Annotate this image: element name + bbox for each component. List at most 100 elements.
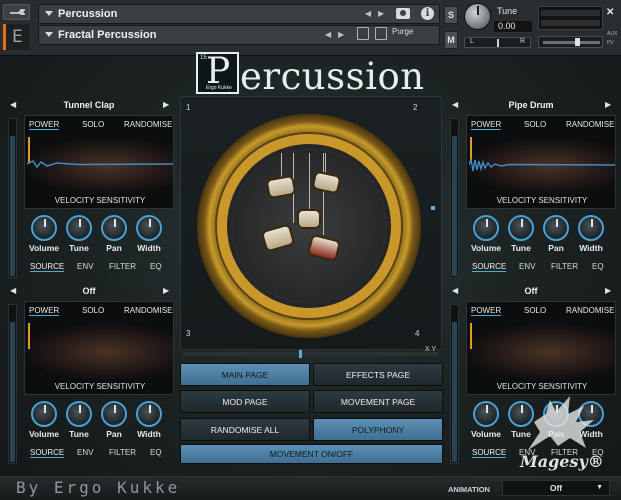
tune-knob[interactable]: Tune [504,215,538,253]
purge-label[interactable]: Purge [392,27,413,36]
next-arrow-icon[interactable]: ▶ [378,9,384,18]
next-arrow-icon[interactable]: ▶ [163,286,169,295]
pan-handle[interactable] [497,39,499,47]
camera-icon[interactable] [396,8,410,19]
slot-header[interactable]: ◀ Off ▶ [5,284,173,300]
slot-sample-name[interactable]: Off [467,286,595,296]
source-tab[interactable]: SOURCE [30,448,65,458]
pan-knob[interactable]: Pan [539,215,573,253]
pan-knob[interactable]: Pan [97,401,131,439]
randomise-tab[interactable]: RANDOMISE [124,306,172,315]
next-arrow-icon[interactable]: ▶ [338,30,344,39]
prev-arrow-icon[interactable]: ◀ [452,286,458,295]
list-icon[interactable] [375,27,387,40]
slot-sample-name[interactable]: Pipe Drum [467,100,595,110]
movement-page-button[interactable]: MOVEMENT PAGE [313,390,443,413]
solo-tab[interactable]: SOLO [82,306,104,315]
randomise-tab[interactable]: RANDOMISE [566,120,614,129]
solo-tab[interactable]: SOLO [82,120,104,129]
tune-knob[interactable]: Tune [62,215,96,253]
tune-value[interactable]: 0.00 [493,20,533,33]
width-knob[interactable]: Width [132,215,166,253]
slot-sample-name[interactable]: Off [25,286,153,296]
level-slider[interactable] [8,118,17,278]
movement-xy-pad[interactable]: 1 2 3 4 [180,96,442,350]
eq-tab[interactable]: EQ [150,262,162,271]
info-icon[interactable]: i [421,7,434,20]
prev-arrow-icon[interactable]: ◀ [452,100,458,109]
prev-arrow-icon[interactable]: ◀ [325,30,331,39]
width-knob[interactable]: Width [132,401,166,439]
power-tab[interactable]: POWER [29,120,60,130]
solo-tab[interactable]: SOLO [524,120,546,129]
source-tab[interactable]: SOURCE [30,262,65,272]
pan-slider[interactable]: L R [464,37,531,48]
y-slider-handle[interactable] [431,206,435,210]
source-tab[interactable]: SOURCE [472,448,507,458]
slot-sample-name[interactable]: Tunnel Clap [25,100,153,110]
pv-label[interactable]: PV [607,40,614,46]
aux-label[interactable]: AUX [607,31,617,37]
volume-knob[interactable]: Volume [27,401,61,439]
polyphony-button[interactable]: POLYPHONY [313,418,443,441]
power-tab[interactable]: POWER [471,306,502,316]
filter-tab[interactable]: FILTER [109,262,136,271]
instrument-name-row[interactable]: Percussion ◀ ▶ i [38,4,440,24]
randomise-all-button[interactable]: RANDOMISE ALL [180,418,310,441]
randomise-tab[interactable]: RANDOMISE [124,120,172,129]
volume-knob[interactable]: Volume [469,401,503,439]
source-tab[interactable]: SOURCE [472,262,507,272]
close-icon[interactable]: ✕ [606,7,614,18]
next-arrow-icon[interactable]: ▶ [163,100,169,109]
volume-knob[interactable]: Volume [469,215,503,253]
level-slider[interactable] [450,118,459,278]
eq-tab[interactable]: EQ [150,448,162,457]
effects-page-button[interactable]: EFFECTS PAGE [313,363,443,386]
pan-knob[interactable]: Pan [97,215,131,253]
volume-slider[interactable] [538,36,603,48]
slot-header[interactable]: ◀ Off ▶ [447,284,615,300]
mute-button[interactable]: M [444,31,458,49]
level-slider[interactable] [450,304,459,464]
animation-select[interactable]: Off ▼ [502,480,610,496]
width-knob[interactable]: Width [574,215,608,253]
main-page-button[interactable]: MAIN PAGE [180,363,310,386]
eq-tab[interactable]: EQ [592,262,604,271]
slot-header[interactable]: ◀ Pipe Drum ▶ [447,98,615,114]
velocity-sensitivity[interactable]: VELOCITY SENSITIVITY [25,196,173,205]
multi-name-row[interactable]: Fractal Percussion ◀ ▶ [38,25,440,45]
filter-tab[interactable]: FILTER [109,448,136,457]
next-arrow-icon[interactable]: ▶ [605,286,611,295]
velocity-sensitivity[interactable]: VELOCITY SENSITIVITY [25,382,173,391]
power-tab[interactable]: POWER [29,306,60,316]
chevron-down-icon[interactable] [45,32,53,37]
prev-arrow-icon[interactable]: ◀ [10,286,16,295]
save-icon[interactable] [357,27,369,40]
velocity-sensitivity[interactable]: VELOCITY SENSITIVITY [467,196,615,205]
chevron-down-icon[interactable] [45,11,53,16]
env-tab[interactable]: ENV [77,262,93,271]
velocity-sensitivity[interactable]: VELOCITY SENSITIVITY [467,382,615,391]
prev-arrow-icon[interactable]: ◀ [365,9,371,18]
randomise-tab[interactable]: RANDOMISE [566,306,614,315]
next-arrow-icon[interactable]: ▶ [605,100,611,109]
solo-button[interactable]: S [444,6,458,24]
start-marker[interactable] [470,323,472,349]
x-slider-handle[interactable] [299,350,302,358]
wrench-icon[interactable] [3,4,30,20]
volume-knob[interactable]: Volume [27,215,61,253]
start-marker[interactable] [28,323,30,349]
chevron-down-icon[interactable]: ▼ [596,481,603,495]
tune-knob[interactable]: Tune [62,401,96,439]
slot-header[interactable]: ◀ Tunnel Clap ▶ [5,98,173,114]
tune-knob[interactable] [464,3,491,30]
power-tab[interactable]: POWER [471,120,502,130]
solo-tab[interactable]: SOLO [524,306,546,315]
x-slider[interactable] [183,350,438,358]
filter-tab[interactable]: FILTER [551,262,578,271]
env-tab[interactable]: ENV [519,262,535,271]
movement-onoff-button[interactable]: MOVEMENT ON/OFF [180,444,443,464]
prev-arrow-icon[interactable]: ◀ [10,100,16,109]
env-tab[interactable]: ENV [77,448,93,457]
volume-handle[interactable] [575,38,580,46]
